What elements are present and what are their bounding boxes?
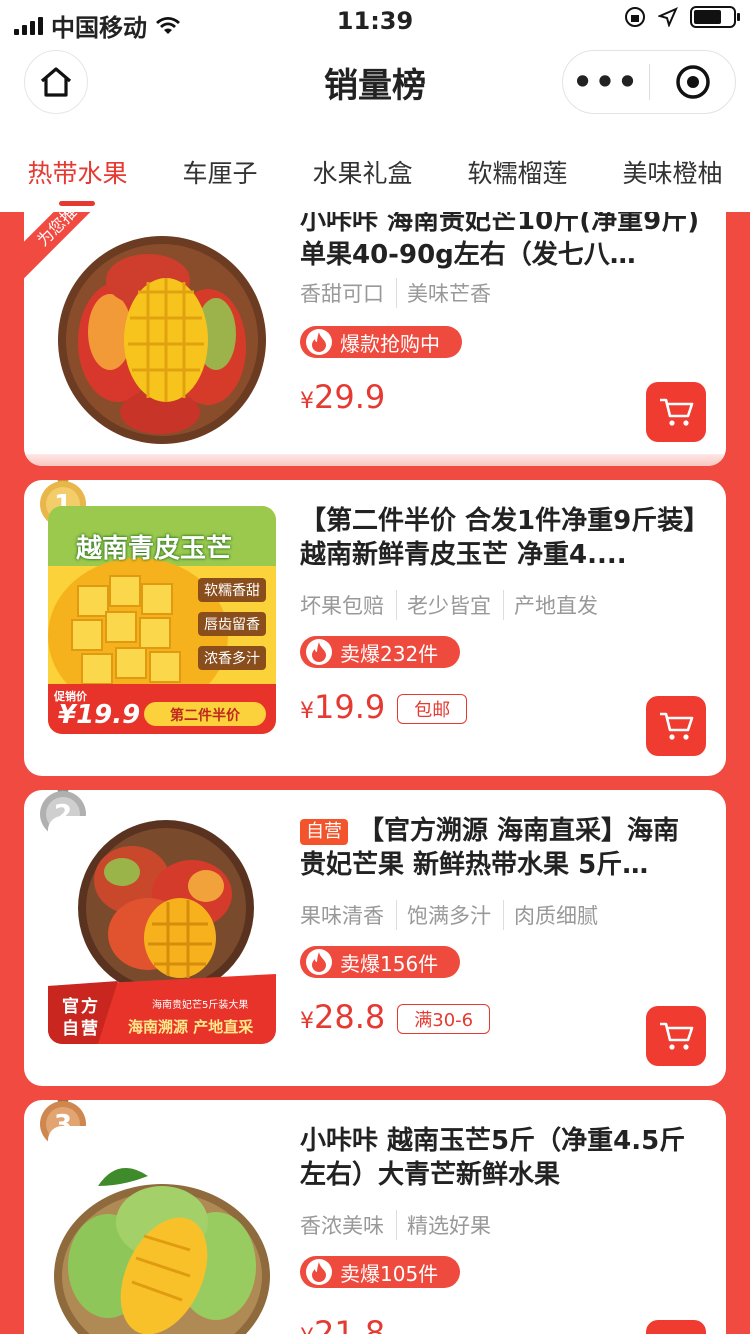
product-title[interactable]: 小咔咔 越南玉芒5斤（净重4.5斤左右）大青芒新鲜水果: [300, 1124, 700, 1192]
product-tag: 果味清香: [300, 904, 384, 928]
product-tags: 果味清香 饱满多汁 肉质细腻: [300, 900, 598, 930]
tab-cherries[interactable]: 车厘子: [182, 140, 257, 212]
tab-tropical-fruit[interactable]: 热带水果: [27, 140, 128, 212]
product-tag: 美味芒香: [396, 278, 491, 308]
hot-sale-text: 卖爆156件: [340, 951, 439, 976]
menu-capsule: •••: [562, 50, 736, 114]
discount-badge: 满30-6: [397, 1004, 491, 1034]
product-tag: 产地直发: [503, 590, 598, 620]
fire-icon: [306, 949, 332, 975]
tab-fruit-gift-box[interactable]: 水果礼盒: [312, 140, 412, 212]
hot-sale-text: 卖爆232件: [340, 641, 439, 666]
hot-sale-badge: 爆款抢购中: [300, 326, 462, 358]
product-tag: 香浓美味: [300, 1214, 384, 1238]
recommend-ribbon: 为您推荐: [24, 212, 126, 288]
more-button[interactable]: •••: [563, 63, 649, 101]
product-tag: 老少皆宜: [396, 590, 491, 620]
close-button[interactable]: [650, 64, 735, 100]
hot-sale-badge: 卖爆232件: [300, 636, 461, 668]
product-list[interactable]: 为您推荐 小咔咔 海南贵妃芒10斤(净重9斤)单果40-90g左右（发七八… 香…: [0, 212, 750, 1334]
self-operated-tag: 自营: [300, 818, 348, 845]
product-title[interactable]: 小咔咔 海南贵妃芒10斤(净重9斤)单果40-90g左右（发七八…: [300, 212, 700, 272]
product-tags: 香甜可口 美味芒香: [300, 278, 491, 308]
price-value: 28.8: [314, 998, 386, 1036]
nav-bar: 销量榜 •••: [0, 44, 750, 122]
price-value: 19.9: [314, 688, 386, 726]
product-title[interactable]: 【第二件半价 合发1件净重9斤装】越南新鲜青皮玉芒 净重4....: [300, 504, 700, 572]
hot-sale-badge: 卖爆156件: [300, 946, 461, 978]
currency-symbol: ¥: [300, 1325, 314, 1334]
product-tags: 香浓美味 精选好果: [300, 1210, 491, 1240]
product-card[interactable]: 2 官方 自营 海南贵妃芒5斤装大果 海南溯源 产地直采 自营 【官方溯源 海南…: [24, 790, 726, 1086]
product-card[interactable]: 1 越南青皮玉芒 软糯香甜 唇齿留香 浓香多汁 促销价 ¥19.9 第二件半价 …: [24, 480, 726, 776]
product-tag: 香甜可口: [300, 282, 384, 306]
image-features: 软糯香甜 唇齿留香 浓香多汁: [198, 578, 266, 670]
hot-sale-badge: 卖爆105件: [300, 1256, 461, 1288]
add-to-cart-button[interactable]: [646, 382, 706, 442]
currency-symbol: ¥: [300, 1009, 314, 1034]
hot-sale-text: 爆款抢购中: [340, 331, 440, 356]
free-shipping-badge: 包邮: [397, 694, 468, 724]
fire-icon: [306, 1259, 332, 1285]
image-feature: 软糯香甜: [198, 578, 266, 602]
cart-icon: [660, 398, 694, 426]
product-tag: 饱满多汁: [396, 900, 491, 930]
cart-icon: [660, 712, 694, 740]
add-to-cart-button[interactable]: [646, 1006, 706, 1066]
currency-symbol: ¥: [300, 389, 314, 414]
target-close-icon: [675, 65, 710, 99]
fire-icon: [306, 639, 332, 665]
image-official-line2: 自营: [62, 1019, 100, 1039]
product-title-text: 【官方溯源 海南直采】海南贵妃芒果 新鲜热带水果 5斤…: [300, 816, 680, 880]
category-tabs: 热带水果 车厘子 水果礼盒 软糯榴莲 美味橙柚: [0, 140, 750, 212]
image-promo-tag: 第二件半价: [170, 708, 240, 724]
product-price: ¥21.8: [300, 1314, 385, 1334]
status-bar: 中国移动 11:39: [0, 0, 750, 42]
fire-icon: [306, 329, 332, 355]
product-card[interactable]: 3 小咔咔 越南玉芒5斤（净重4.5斤左右）大青芒新鲜水果 香浓美味 精选好果: [24, 1100, 726, 1334]
add-to-cart-button[interactable]: [646, 1320, 706, 1334]
image-feature: 浓香多汁: [198, 646, 266, 670]
price-value: 29.9: [314, 378, 386, 416]
location-icon: [658, 7, 678, 27]
cart-icon: [660, 1022, 694, 1050]
card-bottom-strip: [24, 454, 726, 466]
product-tag: 肉质细腻: [503, 900, 598, 930]
product-price: ¥28.8 满30-6: [300, 998, 491, 1036]
image-promo-price: ¥19.9: [58, 700, 141, 730]
image-small-caption: 海南贵妃芒5斤装大果: [152, 1000, 249, 1011]
image-slogan: 海南溯源 产地直采: [128, 1018, 254, 1036]
product-image[interactable]: 官方 自营 海南贵妃芒5斤装大果 海南溯源 产地直采: [48, 816, 276, 1044]
price-value: 21.8: [314, 1314, 386, 1334]
currency-symbol: ¥: [300, 699, 314, 724]
orientation-lock-icon: [625, 7, 645, 27]
product-title[interactable]: 自营 【官方溯源 海南直采】海南贵妃芒果 新鲜热带水果 5斤…: [300, 814, 700, 882]
add-to-cart-button[interactable]: [646, 696, 706, 756]
product-tag: 坏果包赔: [300, 594, 384, 618]
product-image[interactable]: 越南青皮玉芒 软糯香甜 唇齿留香 浓香多汁 促销价 ¥19.9 第二件半价: [48, 506, 276, 734]
product-price: ¥29.9: [300, 378, 385, 416]
image-headline: 越南青皮玉芒: [76, 534, 233, 564]
product-tag: 精选好果: [396, 1210, 491, 1240]
tab-durian[interactable]: 软糯榴莲: [467, 140, 567, 212]
product-price: ¥19.9 包邮: [300, 688, 468, 726]
product-card[interactable]: 为您推荐 小咔咔 海南贵妃芒10斤(净重9斤)单果40-90g左右（发七八… 香…: [24, 212, 726, 466]
product-tags: 坏果包赔 老少皆宜 产地直发: [300, 590, 598, 620]
battery-icon: [690, 6, 740, 28]
tab-citrus[interactable]: 美味橙柚: [622, 140, 722, 212]
product-image[interactable]: [48, 1126, 276, 1334]
image-feature: 唇齿留香: [198, 612, 266, 636]
hot-sale-text: 卖爆105件: [340, 1261, 439, 1286]
